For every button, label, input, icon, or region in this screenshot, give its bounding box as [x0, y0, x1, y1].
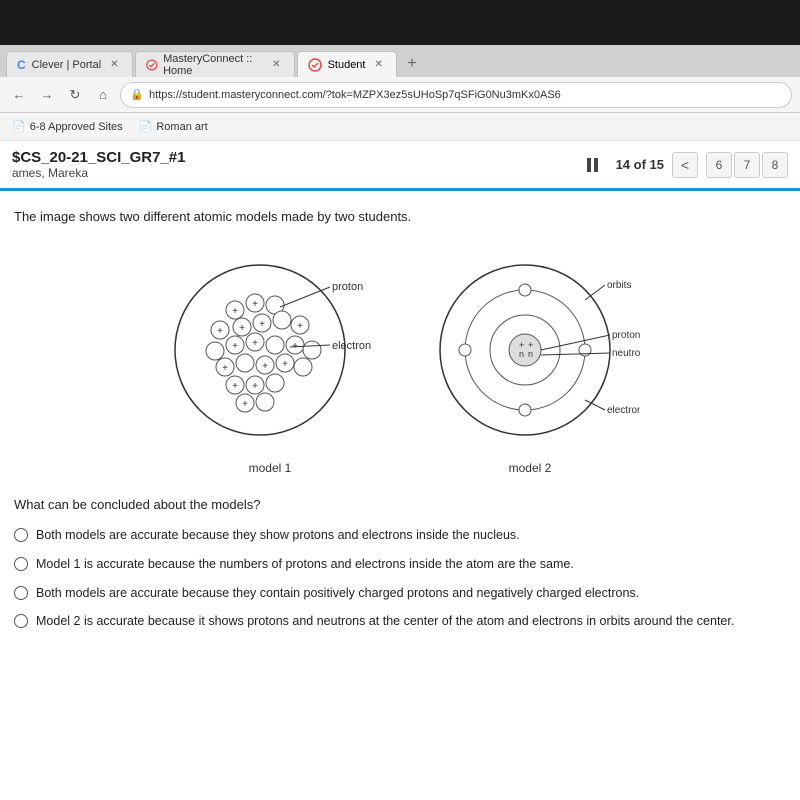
- back-button[interactable]: ←: [8, 84, 30, 106]
- choice-b-text: Model 1 is accurate because the numbers …: [36, 555, 786, 574]
- new-tab-button[interactable]: +: [399, 51, 425, 77]
- question-number-nav: 6 7 8: [706, 152, 788, 178]
- tab-masteryconnect-label: MasteryConnect :: Home: [163, 53, 263, 77]
- question-prompt: What can be concluded about the models?: [14, 495, 786, 515]
- forward-button[interactable]: →: [36, 84, 58, 106]
- bookmark-roman-art-label: Roman art: [156, 121, 207, 133]
- student-tab-icon: [308, 58, 322, 72]
- prev-question-button[interactable]: <: [672, 152, 698, 178]
- bookmark-doc-icon: 📄: [139, 120, 153, 133]
- question-counter: 14 of 15: [616, 157, 664, 172]
- svg-text:+: +: [232, 381, 238, 392]
- model2-svg: + + n n orbits proton: [420, 245, 640, 455]
- nav-num-8[interactable]: 8: [762, 152, 788, 178]
- nav-num-6[interactable]: 6: [706, 152, 732, 178]
- model2-wrapper: + + n n orbits proton: [420, 245, 640, 475]
- tab-clever-close[interactable]: ✕: [107, 58, 121, 71]
- svg-text:+: +: [252, 299, 258, 310]
- tab-bar: C Clever | Portal ✕ MasteryConnect :: Ho…: [0, 45, 800, 77]
- svg-text:n: n: [528, 349, 533, 359]
- question-body: The image shows two different atomic mod…: [0, 191, 800, 647]
- pause-bar-2: [594, 158, 598, 172]
- models-container: + + + + + +: [14, 245, 786, 475]
- svg-text:neutron: neutron: [612, 348, 640, 359]
- bookmark-icon: 📄: [12, 120, 26, 133]
- svg-text:proton: proton: [332, 281, 363, 293]
- masteryconnect-icon: [146, 58, 158, 72]
- svg-text:+: +: [239, 323, 245, 334]
- svg-text:+: +: [297, 321, 303, 332]
- nav-num-7[interactable]: 7: [734, 152, 760, 178]
- radio-c[interactable]: [14, 586, 28, 600]
- svg-text:+: +: [217, 326, 223, 337]
- assessment-title: $CS_20-21_SCI_GR7_#1: [12, 149, 577, 166]
- radio-a[interactable]: [14, 528, 28, 542]
- choice-c[interactable]: Both models are accurate because they co…: [14, 584, 786, 603]
- pause-bar-1: [587, 158, 591, 172]
- model1-svg: + + + + + +: [160, 245, 380, 455]
- svg-text:+: +: [252, 338, 258, 349]
- svg-text:+: +: [222, 363, 228, 374]
- choice-d[interactable]: Model 2 is accurate because it shows pro…: [14, 612, 786, 631]
- tab-student[interactable]: Student ✕: [297, 51, 397, 77]
- tab-masteryconnect-close[interactable]: ✕: [269, 58, 283, 71]
- svg-text:+: +: [252, 381, 258, 392]
- choice-c-text: Both models are accurate because they co…: [36, 584, 786, 603]
- tab-student-close[interactable]: ✕: [371, 58, 385, 71]
- browser-chrome: C Clever | Portal ✕ MasteryConnect :: Ho…: [0, 45, 800, 141]
- svg-text:+: +: [282, 359, 288, 370]
- bookmarks-bar: 📄 6-8 Approved Sites 📄 Roman art: [0, 113, 800, 141]
- svg-text:proton: proton: [612, 330, 640, 341]
- page-content: $CS_20-21_SCI_GR7_#1 ames, Mareka 14 of …: [0, 141, 800, 800]
- choice-d-text: Model 2 is accurate because it shows pro…: [36, 612, 786, 631]
- student-name: ames, Mareka: [12, 166, 577, 180]
- radio-d[interactable]: [14, 614, 28, 628]
- question-text: The image shows two different atomic mod…: [14, 207, 786, 227]
- svg-text:+: +: [232, 306, 238, 317]
- question-header: $CS_20-21_SCI_GR7_#1 ames, Mareka 14 of …: [0, 141, 800, 191]
- choice-a[interactable]: Both models are accurate because they sh…: [14, 526, 786, 545]
- model1-label: model 1: [249, 461, 292, 475]
- pause-button[interactable]: [587, 158, 598, 172]
- home-button[interactable]: ⌂: [92, 84, 114, 106]
- model2-label: model 2: [509, 461, 552, 475]
- address-bar: ← → ↻ ⌂ 🔒: [0, 77, 800, 113]
- tab-student-label: Student: [328, 59, 366, 71]
- svg-text:+: +: [262, 361, 268, 372]
- svg-text:electron: electron: [607, 405, 640, 416]
- tab-clever[interactable]: C Clever | Portal ✕: [6, 51, 133, 77]
- svg-text:electron: electron: [332, 340, 371, 352]
- model1-wrapper: + + + + + +: [160, 245, 380, 475]
- bookmark-approved-sites[interactable]: 📄 6-8 Approved Sites: [8, 118, 127, 135]
- tab-masteryconnect[interactable]: MasteryConnect :: Home ✕: [135, 51, 295, 77]
- svg-text:+: +: [259, 319, 265, 330]
- answer-choices: Both models are accurate because they sh…: [14, 526, 786, 631]
- address-input[interactable]: [120, 82, 792, 108]
- refresh-button[interactable]: ↻: [64, 84, 86, 106]
- choice-b[interactable]: Model 1 is accurate because the numbers …: [14, 555, 786, 574]
- question-nav: 14 of 15 < 6 7 8: [587, 152, 788, 178]
- clever-icon: C: [17, 58, 26, 72]
- svg-text:orbits: orbits: [607, 280, 631, 291]
- svg-text:+: +: [242, 399, 248, 410]
- svg-text:n: n: [519, 349, 524, 359]
- svg-text:+: +: [232, 341, 238, 352]
- title-group: $CS_20-21_SCI_GR7_#1 ames, Mareka: [12, 149, 577, 180]
- radio-b[interactable]: [14, 557, 28, 571]
- tab-clever-label: Clever | Portal: [32, 59, 102, 71]
- choice-a-text: Both models are accurate because they sh…: [36, 526, 786, 545]
- bookmark-approved-sites-label: 6-8 Approved Sites: [30, 121, 123, 133]
- lock-icon: 🔒: [130, 88, 144, 101]
- bezel-top: [0, 0, 800, 45]
- bookmark-roman-art[interactable]: 📄 Roman art: [135, 118, 212, 135]
